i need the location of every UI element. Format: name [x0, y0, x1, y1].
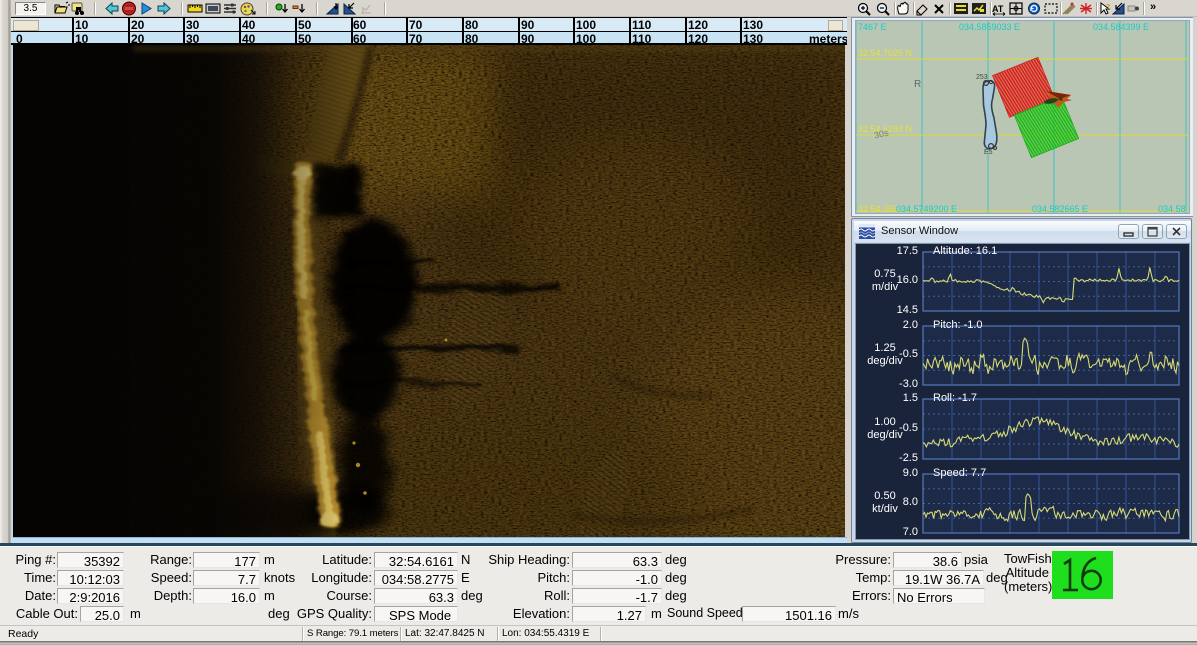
svg-text:AT: AT — [992, 4, 1004, 14]
svg-text:E5: E5 — [984, 149, 993, 156]
svg-text:253: 253 — [976, 74, 988, 81]
svg-text:?: ? — [1106, 4, 1110, 11]
